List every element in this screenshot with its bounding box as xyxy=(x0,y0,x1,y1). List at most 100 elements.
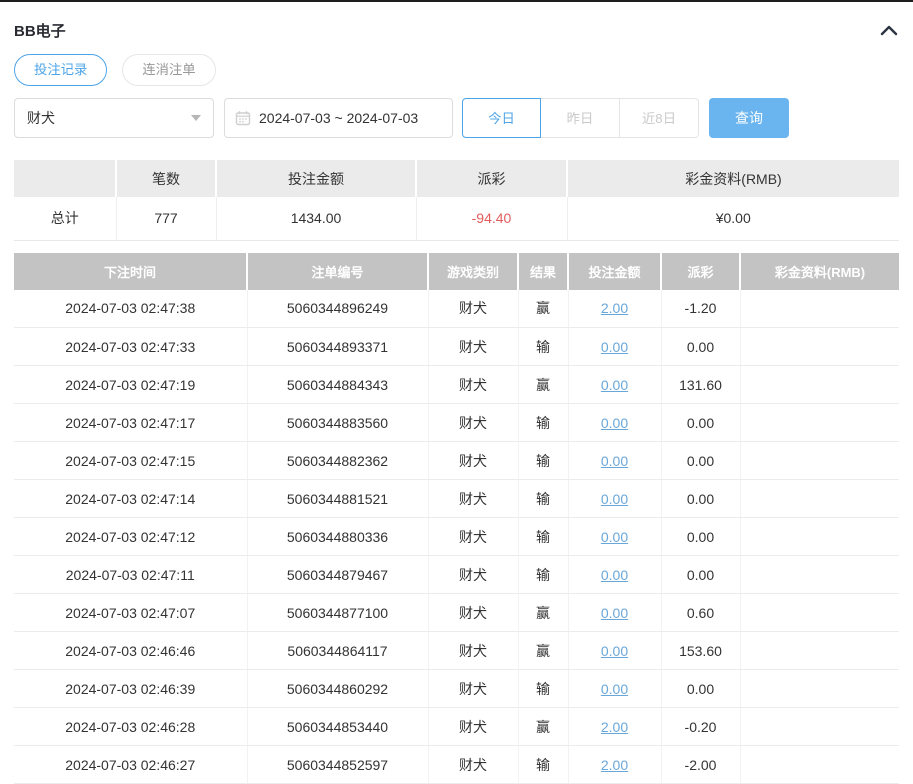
cell-order-id: 5060344880336 xyxy=(247,518,428,556)
cell-bet-amount: 0.00 xyxy=(568,518,661,556)
table-row: 2024-07-03 02:46:465060344864117财犬赢0.001… xyxy=(14,632,899,670)
cell-result: 输 xyxy=(518,328,568,366)
cell-order-id: 5060344860292 xyxy=(247,670,428,708)
cell-result: 赢 xyxy=(518,632,568,670)
summary-total-label: 总计 xyxy=(14,197,116,240)
filter-bar: 财犬 2024-07-03 ~ 2024-07-03 今日 昨日 近8日 查询 xyxy=(14,98,899,138)
cell-bet-amount: 2.00 xyxy=(568,708,661,746)
records-header-game-type: 游戏类别 xyxy=(428,253,518,290)
summary-total-bet-amount: 1434.00 xyxy=(216,197,416,240)
table-row: 2024-07-03 02:47:195060344884343财犬赢0.001… xyxy=(14,366,899,404)
cell-bet-amount: 0.00 xyxy=(568,328,661,366)
record-type-tabs: 投注记录 连消注单 xyxy=(14,54,899,86)
bet-amount-link[interactable]: 0.00 xyxy=(601,377,628,393)
cell-payout: -1.20 xyxy=(661,290,740,328)
cell-bet-time: 2024-07-03 02:46:39 xyxy=(14,670,247,708)
bet-amount-link[interactable]: 0.00 xyxy=(601,643,628,659)
cell-bet-amount: 0.00 xyxy=(568,632,661,670)
summary-total-bonus: ¥0.00 xyxy=(567,197,899,240)
cell-bet-time: 2024-07-03 02:47:11 xyxy=(14,556,247,594)
cell-result: 输 xyxy=(518,442,568,480)
bet-amount-link[interactable]: 0.00 xyxy=(601,605,628,621)
table-row: 2024-07-03 02:47:155060344882362财犬输0.000… xyxy=(14,442,899,480)
bet-amount-link[interactable]: 2.00 xyxy=(601,757,628,773)
summary-table: 笔数 投注金额 派彩 彩金资料(RMB) 总计 777 1434.00 -94.… xyxy=(14,160,899,241)
cell-order-id: 5060344879467 xyxy=(247,556,428,594)
records-header-bonus: 彩金资料(RMB) xyxy=(740,253,899,290)
records-header-row: 下注时间 注单编号 游戏类别 结果 投注金额 派彩 彩金资料(RMB) xyxy=(14,253,899,290)
summary-header-bet-amount: 投注金额 xyxy=(216,160,416,197)
cell-order-id: 5060344877100 xyxy=(247,594,428,632)
game-select[interactable]: 财犬 xyxy=(14,98,214,138)
cell-bet-time: 2024-07-03 02:46:27 xyxy=(14,746,247,784)
cell-bet-time: 2024-07-03 02:46:46 xyxy=(14,632,247,670)
tab-bet-records[interactable]: 投注记录 xyxy=(14,54,107,86)
bet-amount-link[interactable]: 2.00 xyxy=(601,300,628,316)
cell-result: 输 xyxy=(518,556,568,594)
cell-bet-time: 2024-07-03 02:47:15 xyxy=(14,442,247,480)
records-header-bet-amount: 投注金额 xyxy=(568,253,661,290)
cell-bonus xyxy=(740,670,899,708)
tab-cancelled-orders[interactable]: 连消注单 xyxy=(122,54,215,86)
cell-bet-amount: 0.00 xyxy=(568,594,661,632)
quick-range-yesterday[interactable]: 昨日 xyxy=(541,98,620,138)
collapse-panel-button[interactable] xyxy=(879,20,899,40)
cell-bet-amount: 2.00 xyxy=(568,746,661,784)
cell-order-id: 5060344881521 xyxy=(247,480,428,518)
cell-game-type: 财犬 xyxy=(428,404,518,442)
cell-payout: 0.00 xyxy=(661,556,740,594)
summary-header-payout: 派彩 xyxy=(416,160,567,197)
bet-amount-link[interactable]: 0.00 xyxy=(601,453,628,469)
cell-payout: 0.00 xyxy=(661,404,740,442)
records-header-bet-time: 下注时间 xyxy=(14,253,247,290)
chevron-up-icon xyxy=(880,24,898,36)
cell-bonus xyxy=(740,290,899,328)
bet-amount-link[interactable]: 0.00 xyxy=(601,339,628,355)
cell-payout: 153.60 xyxy=(661,632,740,670)
cell-bonus xyxy=(740,708,899,746)
table-row: 2024-07-03 02:46:275060344852597财犬输2.00-… xyxy=(14,746,899,784)
cell-order-id: 5060344853440 xyxy=(247,708,428,746)
table-row: 2024-07-03 02:46:395060344860292财犬输0.000… xyxy=(14,670,899,708)
summary-header-row: 笔数 投注金额 派彩 彩金资料(RMB) xyxy=(14,160,899,197)
cell-result: 输 xyxy=(518,670,568,708)
cell-bet-amount: 0.00 xyxy=(568,480,661,518)
table-row: 2024-07-03 02:47:385060344896249财犬赢2.00-… xyxy=(14,290,899,328)
bet-amount-link[interactable]: 0.00 xyxy=(601,681,628,697)
cell-result: 输 xyxy=(518,480,568,518)
cell-game-type: 财犬 xyxy=(428,480,518,518)
bet-amount-link[interactable]: 2.00 xyxy=(601,719,628,735)
quick-range-last-8-days[interactable]: 近8日 xyxy=(620,98,699,138)
table-row: 2024-07-03 02:47:175060344883560财犬输0.000… xyxy=(14,404,899,442)
bet-amount-link[interactable]: 0.00 xyxy=(601,567,628,583)
date-range-input[interactable]: 2024-07-03 ~ 2024-07-03 xyxy=(224,98,453,138)
cell-result: 赢 xyxy=(518,708,568,746)
search-button[interactable]: 查询 xyxy=(709,98,789,138)
cell-bet-amount: 0.00 xyxy=(568,442,661,480)
cell-result: 赢 xyxy=(518,290,568,328)
cell-bonus xyxy=(740,442,899,480)
records-header-result: 结果 xyxy=(518,253,568,290)
cell-bonus xyxy=(740,518,899,556)
bet-amount-link[interactable]: 0.00 xyxy=(601,415,628,431)
summary-total-count: 777 xyxy=(116,197,216,240)
quick-range-today[interactable]: 今日 xyxy=(462,98,541,138)
cell-game-type: 财犬 xyxy=(428,746,518,784)
cell-payout: 0.00 xyxy=(661,518,740,556)
table-row: 2024-07-03 02:47:075060344877100财犬赢0.000… xyxy=(14,594,899,632)
cell-bonus xyxy=(740,480,899,518)
cell-bet-amount: 0.00 xyxy=(568,670,661,708)
caret-down-icon xyxy=(191,115,201,121)
cell-bet-amount: 0.00 xyxy=(568,404,661,442)
cell-bonus xyxy=(740,328,899,366)
cell-bet-time: 2024-07-03 02:47:07 xyxy=(14,594,247,632)
cell-bonus xyxy=(740,746,899,784)
cell-order-id: 5060344852597 xyxy=(247,746,428,784)
cell-bet-time: 2024-07-03 02:46:28 xyxy=(14,708,247,746)
cell-bet-amount: 0.00 xyxy=(568,556,661,594)
cell-bonus xyxy=(740,594,899,632)
cell-result: 赢 xyxy=(518,366,568,404)
bet-amount-link[interactable]: 0.00 xyxy=(601,529,628,545)
summary-total-row: 总计 777 1434.00 -94.40 ¥0.00 xyxy=(14,197,899,240)
bet-amount-link[interactable]: 0.00 xyxy=(601,491,628,507)
